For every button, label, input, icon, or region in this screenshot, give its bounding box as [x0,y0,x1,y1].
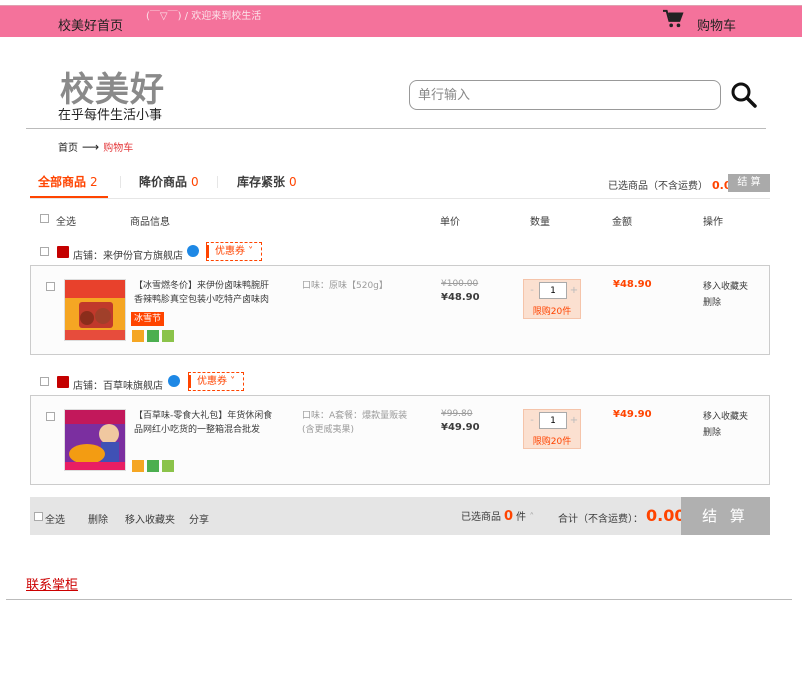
minus-button[interactable]: - [526,284,538,298]
total-label: 合计（不含运费）： [558,514,643,525]
card-icon [132,460,144,472]
site-slogan: 在乎每件生活小事 [58,108,163,123]
total-amount: 0.00 [646,506,686,525]
tabs-divider [30,198,770,199]
contact-seller-link[interactable]: 联系掌柜 [26,574,78,593]
tab-low-stock[interactable]: 库存紧张 0 [237,173,297,190]
move-to-favorites-button[interactable]: 移入收藏夹 [703,279,748,295]
header-select-all: 全选 [56,217,76,228]
chat-icon[interactable] [187,245,199,257]
seven-day-return-icon [147,330,159,342]
guarantee-icon [162,330,174,342]
shop-name[interactable]: 店铺：百草味旗舰店 [73,377,163,392]
purchase-limit: 限购20件 [532,307,572,317]
item-subtotal: ¥48.90 [613,279,652,290]
breadcrumb-home[interactable]: 首页 [58,143,78,154]
quantity-stepper: - + 限购20件 [523,279,581,319]
welcome-text: (￣▽￣) / 欢迎来到校生活 [146,11,262,22]
product-property: 口味：A套餐：爆款量贩装(含更威夷果) [302,411,408,435]
chat-icon[interactable] [168,375,180,387]
product-image[interactable] [64,279,126,341]
shop-checkbox[interactable] [40,377,49,386]
shop-name[interactable]: 店铺：来伊份官方旗舰店 [73,247,183,262]
guarantee-icon [162,460,174,472]
select-all-checkbox-bottom[interactable] [34,512,43,521]
service-icons [132,330,177,349]
share-button[interactable]: 分享 [189,511,209,526]
home-link[interactable]: 校美好首页 [58,15,123,34]
delete-button[interactable]: 删除 [703,295,748,311]
selected-summary: 已选商品（不含运费） 0.00 [608,179,740,192]
header-operations: 操作 [703,217,723,228]
move-to-favorites-button[interactable]: 移入收藏夹 [703,409,748,425]
top-bar: 校美好首页 (￣▽￣) / 欢迎来到校生活 购物车 [0,5,802,37]
card-icon [132,330,144,342]
header-quantity: 数量 [530,217,550,228]
batch-delete-button[interactable]: 删除 [88,511,108,526]
item-checkbox[interactable] [46,282,55,291]
tab-separator [120,176,121,188]
selected-count: 0 [504,509,514,524]
cart-link[interactable]: 购物车 [697,15,736,34]
footer-divider [6,599,792,600]
select-all-label[interactable]: 全选 [45,511,65,526]
header-amount: 金额 [612,217,632,228]
checkout-button[interactable]: 结 算 [681,497,770,535]
purchase-limit: 限购20件 [532,437,572,447]
header-item-info: 商品信息 [130,217,170,228]
original-price: ¥99.80 [441,409,473,419]
item-subtotal: ¥49.90 [613,409,652,420]
shopping-cart-icon[interactable] [662,9,684,29]
delete-button[interactable]: 删除 [703,425,748,441]
product-image[interactable] [64,409,126,471]
cart-item: 【冰雪燃冬价】来伊份卤味鸭腕肝香辣鸭胗真空包装小吃特产卤味肉 冰雪节 口味：原味… [30,265,770,355]
product-property: 口味：原味【520g】 [302,281,388,291]
search-input[interactable] [409,80,721,110]
shop-icon [57,246,69,258]
cart-footer-bar: 全选 删除 移入收藏夹 分享 已选商品 0 件 ˄ 合计（不含运费）： 0.00 结… [30,497,770,535]
item-operations: 移入收藏夹 删除 [703,409,748,441]
cart-item: 【百草味-零食大礼包】年货休闲食品网红小吃货的一整箱混合批发 口味：A套餐：爆款… [30,395,770,485]
selected-count-summary: 已选商品 0 件 ˄ [461,509,535,524]
plus-button[interactable]: + [568,414,580,428]
item-checkbox[interactable] [46,412,55,421]
coupon-button[interactable]: 优惠券 ˅ [206,242,263,261]
tab-all-items[interactable]: 全部商品 2 [38,173,98,190]
original-price: ¥100.00 [441,279,479,289]
breadcrumb: 首页 ⟶ 购物车 [58,139,133,154]
quantity-stepper: - + 限购20件 [523,409,581,449]
current-price: ¥48.90 [441,292,480,303]
plus-button[interactable]: + [568,284,580,298]
breadcrumb-arrow-icon: ⟶ [82,140,100,154]
seven-day-return-icon [147,460,159,472]
shop-icon [57,376,69,388]
current-price: ¥49.90 [441,422,480,433]
minus-button[interactable]: - [526,414,538,428]
header-divider [26,128,766,129]
product-title[interactable]: 【百草味-零食大礼包】年货休闲食品网红小吃货的一整箱混合批发 [134,409,276,437]
item-operations: 移入收藏夹 删除 [703,279,748,311]
header-unit-price: 单价 [440,217,460,228]
tab-price-drop[interactable]: 降价商品 0 [139,173,199,190]
promo-tag: 冰雪节 [131,312,165,326]
quantity-input[interactable] [539,282,567,299]
select-all-checkbox[interactable] [40,214,49,223]
coupon-button[interactable]: 优惠券 ˅ [188,372,245,391]
batch-favorite-button[interactable]: 移入收藏夹 [125,511,175,526]
product-title[interactable]: 【冰雪燃冬价】来伊份卤味鸭腕肝香辣鸭胗真空包装小吃特产卤味肉 [134,279,276,307]
shop-checkbox[interactable] [40,247,49,256]
breadcrumb-current: 购物车 [103,143,134,154]
tab-separator [217,176,218,188]
quantity-input[interactable] [539,412,567,429]
search-icon[interactable] [730,81,758,109]
service-icons [132,460,177,479]
checkout-button-top[interactable]: 结 算 [728,174,770,192]
